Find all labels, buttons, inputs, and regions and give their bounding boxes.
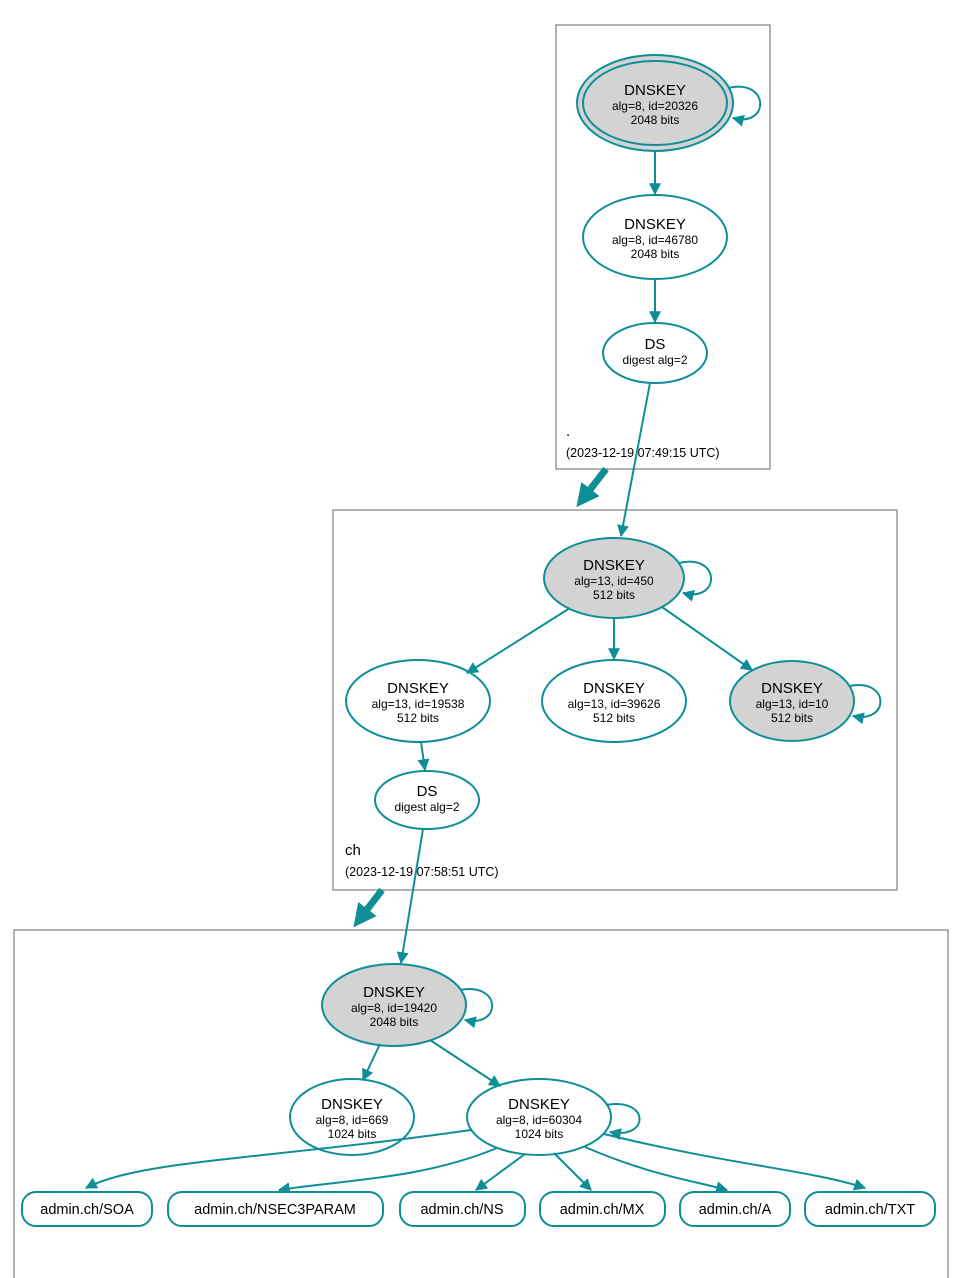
svg-text:DNSKEY: DNSKEY bbox=[761, 680, 823, 697]
rr-ns: admin.ch/NS bbox=[400, 1192, 525, 1226]
svg-text:digest alg=2: digest alg=2 bbox=[394, 800, 459, 814]
svg-text:1024 bits: 1024 bits bbox=[515, 1127, 564, 1141]
svg-text:DS: DS bbox=[645, 336, 666, 353]
svg-text:2048 bits: 2048 bits bbox=[370, 1015, 419, 1029]
rr-nsec3param: admin.ch/NSEC3PARAM bbox=[168, 1192, 383, 1226]
edge-zsk2-soa bbox=[86, 1130, 471, 1188]
edge-ch-ds-admin-ksk bbox=[401, 829, 423, 963]
svg-text:admin.ch/SOA: admin.ch/SOA bbox=[40, 1202, 134, 1218]
svg-text:DNSKEY: DNSKEY bbox=[387, 680, 449, 697]
root-dnskey-ksk: DNSKEY alg=8, id=20326 2048 bits bbox=[577, 55, 733, 151]
svg-text:alg=13, id=10: alg=13, id=10 bbox=[756, 697, 829, 711]
svg-text:DNSKEY: DNSKEY bbox=[321, 1096, 383, 1113]
svg-text:alg=8, id=669: alg=8, id=669 bbox=[316, 1113, 389, 1127]
ch-ds: DS digest alg=2 bbox=[375, 771, 479, 829]
edge-ch-ksk-standby bbox=[662, 607, 752, 670]
svg-text:DNSKEY: DNSKEY bbox=[624, 82, 686, 99]
edge-zsk2-nsec3 bbox=[279, 1148, 497, 1190]
svg-text:alg=8, id=46780: alg=8, id=46780 bbox=[612, 233, 698, 247]
ch-dnskey-zsk-39626: DNSKEY alg=13, id=39626 512 bits bbox=[542, 660, 686, 742]
svg-text:admin.ch/NSEC3PARAM: admin.ch/NSEC3PARAM bbox=[194, 1202, 356, 1218]
svg-text:DNSKEY: DNSKEY bbox=[583, 557, 645, 574]
svg-text:2048 bits: 2048 bits bbox=[631, 113, 680, 127]
svg-text:admin.ch/TXT: admin.ch/TXT bbox=[825, 1202, 915, 1218]
svg-text:512 bits: 512 bits bbox=[593, 711, 635, 725]
edge-zsk2-mx bbox=[554, 1153, 591, 1190]
svg-text:digest alg=2: digest alg=2 bbox=[622, 353, 687, 367]
edge-zsk2-txt bbox=[604, 1134, 865, 1188]
svg-text:admin.ch/MX: admin.ch/MX bbox=[560, 1202, 645, 1218]
svg-text:1024 bits: 1024 bits bbox=[328, 1127, 377, 1141]
svg-text:alg=8, id=20326: alg=8, id=20326 bbox=[612, 99, 698, 113]
svg-text:DNSKEY: DNSKEY bbox=[583, 680, 645, 697]
edge-zsk2-ns bbox=[476, 1154, 525, 1190]
svg-text:512 bits: 512 bits bbox=[397, 711, 439, 725]
svg-text:alg=13, id=39626: alg=13, id=39626 bbox=[568, 697, 661, 711]
rr-mx: admin.ch/MX bbox=[540, 1192, 665, 1226]
svg-text:alg=8, id=60304: alg=8, id=60304 bbox=[496, 1113, 582, 1127]
edge-zsk2-a bbox=[585, 1147, 727, 1190]
root-dnskey-zsk: DNSKEY alg=8, id=46780 2048 bits bbox=[583, 195, 727, 279]
svg-text:DS: DS bbox=[417, 783, 438, 800]
admin-dnskey-ksk: DNSKEY alg=8, id=19420 2048 bits bbox=[322, 964, 466, 1046]
dnssec-graph: . (2023-12-19 07:49:15 UTC) DNSKEY alg=8… bbox=[0, 0, 960, 1278]
svg-text:alg=8, id=19420: alg=8, id=19420 bbox=[351, 1001, 437, 1015]
admin-dnskey-zsk-669: DNSKEY alg=8, id=669 1024 bits bbox=[290, 1079, 414, 1155]
ch-dnskey-standby: DNSKEY alg=13, id=10 512 bits bbox=[730, 661, 854, 741]
svg-text:512 bits: 512 bits bbox=[771, 711, 813, 725]
svg-text:alg=13, id=19538: alg=13, id=19538 bbox=[372, 697, 465, 711]
svg-text:2048 bits: 2048 bits bbox=[631, 247, 680, 261]
svg-text:DNSKEY: DNSKEY bbox=[508, 1096, 570, 1113]
edge-ch-ksk-zsk1 bbox=[467, 608, 570, 673]
rr-soa: admin.ch/SOA bbox=[22, 1192, 152, 1226]
edge-admin-ksk-zsk2 bbox=[430, 1040, 500, 1086]
svg-text:alg=13, id=450: alg=13, id=450 bbox=[574, 574, 654, 588]
edge-ch-to-admin-delegation bbox=[359, 890, 382, 920]
rr-a: admin.ch/A bbox=[680, 1192, 790, 1226]
zone-label-ch: ch bbox=[345, 842, 361, 859]
edge-root-to-ch-delegation bbox=[582, 469, 606, 500]
svg-text:admin.ch/A: admin.ch/A bbox=[699, 1202, 772, 1218]
zone-ts-root: (2023-12-19 07:49:15 UTC) bbox=[566, 446, 720, 460]
admin-dnskey-zsk-60304: DNSKEY alg=8, id=60304 1024 bits bbox=[467, 1079, 611, 1155]
svg-text:512 bits: 512 bits bbox=[593, 588, 635, 602]
zone-label-root: . bbox=[566, 423, 570, 440]
edge-ch-zsk-ds bbox=[421, 742, 425, 770]
svg-text:DNSKEY: DNSKEY bbox=[624, 216, 686, 233]
ch-dnskey-ksk: DNSKEY alg=13, id=450 512 bits bbox=[544, 538, 684, 618]
svg-text:admin.ch/NS: admin.ch/NS bbox=[420, 1202, 503, 1218]
edge-admin-ksk-zsk1 bbox=[363, 1044, 380, 1080]
svg-text:DNSKEY: DNSKEY bbox=[363, 984, 425, 1001]
root-ds: DS digest alg=2 bbox=[603, 323, 707, 383]
zone-ts-ch: (2023-12-19 07:58:51 UTC) bbox=[345, 865, 499, 879]
rr-txt: admin.ch/TXT bbox=[805, 1192, 935, 1226]
